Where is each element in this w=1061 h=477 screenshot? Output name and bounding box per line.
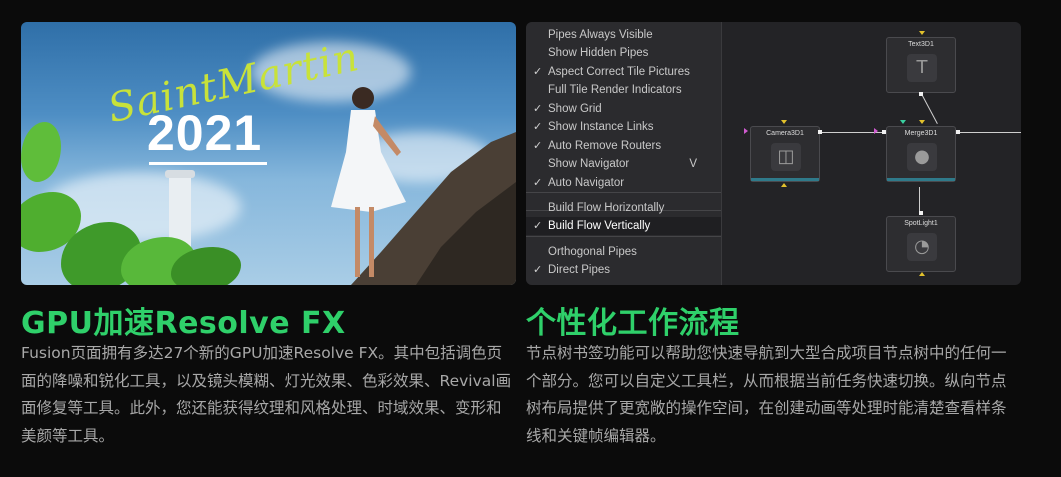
menu-item[interactable]: Show Navigator V <box>526 155 721 173</box>
pipe <box>957 132 1021 133</box>
fusion-node-editor-screenshot: Pipes Always Visible Show Hidden Pipes ✓ As… <box>526 22 1021 285</box>
menu-item[interactable]: ✓ Auto Navigator <box>526 174 721 192</box>
menu-item-label: Build Flow Vertically <box>548 220 651 232</box>
pipe <box>822 132 882 133</box>
output-port[interactable] <box>919 211 923 215</box>
node-status-bar <box>887 178 955 181</box>
input-triangle <box>874 128 878 134</box>
menu-separator <box>526 236 721 237</box>
text-3d-icon: T <box>907 54 937 82</box>
node-graph: Text3D1 T Camera3D1 ◫ Merge3D1 ● SpotLig… <box>722 22 1021 285</box>
node-label: Text3D1 <box>908 41 934 48</box>
input-triangle <box>919 120 925 124</box>
node-status-bar <box>751 178 819 181</box>
input-triangle <box>919 272 925 276</box>
checkmark-icon: ✓ <box>533 140 543 152</box>
menu-item-label: Show Grid <box>548 103 602 115</box>
menu-item[interactable]: Full Tile Render Indicators <box>526 81 721 99</box>
node-label: Camera3D1 <box>766 130 804 137</box>
custom-workflow-description: 节点树书签功能可以帮助您快速导航到大型合成项目节点树中的任何一个部分。您可以自定… <box>526 344 1007 445</box>
menu-item-label: Auto Remove Routers <box>548 140 662 152</box>
menu-shortcut: V <box>689 158 697 170</box>
custom-workflow-heading: 个性化工作流程 <box>526 306 740 341</box>
node-label: SpotLight1 <box>904 220 938 227</box>
menu-item[interactable]: ✓ Aspect Correct Tile Pictures <box>526 63 721 81</box>
menu-item-label: Build Flow Horizontally <box>548 202 665 214</box>
menu-item-label: Orthogonal Pipes <box>548 246 637 258</box>
menu-item[interactable]: Show Hidden Pipes <box>526 44 721 62</box>
menu-item-label: Direct Pipes <box>548 264 610 276</box>
menu-item-label: Full Tile Render Indicators <box>548 84 682 96</box>
checkmark-icon: ✓ <box>533 177 543 189</box>
spotlight-icon: ◔ <box>907 233 937 261</box>
menu-item-label: Show Instance Links <box>548 121 654 133</box>
saint-martin-photo: SaintMartin 2021 <box>21 22 516 285</box>
menu-item-label: Pipes Always Visible <box>548 29 653 41</box>
year-underline <box>149 162 267 165</box>
output-port[interactable] <box>818 130 822 134</box>
menu-item-label: Auto Navigator <box>548 177 625 189</box>
menu-item[interactable]: ✓ Build Flow Vertically <box>526 217 721 235</box>
menu-separator <box>526 192 721 193</box>
node-view-context-menu: Pipes Always Visible Show Hidden Pipes ✓ As… <box>526 22 722 285</box>
gpu-resolve-fx-heading: GPU加速Resolve FX <box>21 306 346 341</box>
camera-icon: ◫ <box>771 143 801 171</box>
input-triangle <box>919 31 925 35</box>
input-triangle <box>744 128 748 134</box>
menu-item[interactable]: ✓ Show Grid <box>526 100 721 118</box>
merge-3d-icon: ● <box>907 143 937 171</box>
checkmark-icon: ✓ <box>533 264 543 276</box>
menu-item[interactable]: Pipes Always Visible <box>526 26 721 44</box>
photo-year: 2021 <box>147 105 263 161</box>
input-triangle <box>781 120 787 124</box>
node-text3d[interactable]: Text3D1 T <box>886 37 956 93</box>
input-port[interactable] <box>882 130 886 134</box>
output-port[interactable] <box>919 92 923 96</box>
menu-item[interactable]: ✓ Auto Remove Routers <box>526 137 721 155</box>
checkmark-icon: ✓ <box>533 121 543 133</box>
gpu-resolve-fx-description: Fusion页面拥有多达27个新的GPU加速Resolve FX。其中包括调色页… <box>21 344 512 445</box>
menu-item[interactable]: ✓ Show Instance Links <box>526 118 721 136</box>
menu-item[interactable]: Orthogonal Pipes <box>526 243 721 261</box>
output-port[interactable] <box>956 130 960 134</box>
menu-item[interactable]: Build Flow Horizontally <box>526 199 721 217</box>
menu-item[interactable]: ✓ Direct Pipes <box>526 261 721 279</box>
checkmark-icon: ✓ <box>533 103 543 115</box>
node-spotlight[interactable]: SpotLight1 ◔ <box>886 216 956 272</box>
menu-item-label: Aspect Correct Tile Pictures <box>548 66 690 78</box>
checkmark-icon: ✓ <box>533 66 543 78</box>
checkmark-icon: ✓ <box>533 220 543 232</box>
node-camera3d[interactable]: Camera3D1 ◫ <box>750 126 820 182</box>
menu-item-label: Show Hidden Pipes <box>548 47 649 59</box>
woman-figure <box>331 87 406 277</box>
input-triangle <box>900 120 906 124</box>
node-label: Merge3D1 <box>904 130 938 137</box>
input-triangle <box>781 183 787 187</box>
menu-item-label: Show Navigator <box>548 158 630 170</box>
node-merge3d[interactable]: Merge3D1 ● <box>886 126 956 182</box>
